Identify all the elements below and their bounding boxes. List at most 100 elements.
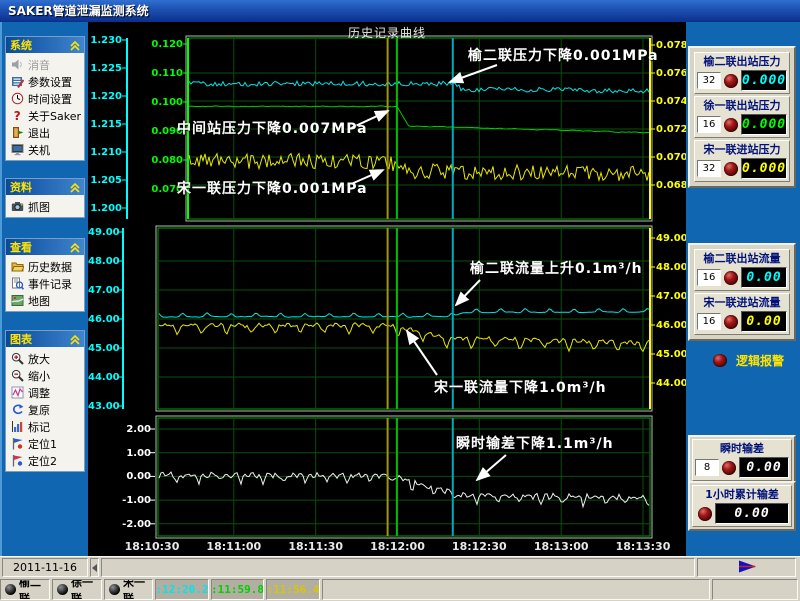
station-indicator-1: 徐一联	[52, 579, 102, 600]
sidebar-item-label: 消音	[28, 57, 50, 73]
collapse-chevron-icon[interactable]	[70, 178, 80, 197]
sidebar-item-shutdown[interactable]: 关机	[6, 141, 84, 158]
panel-title: 查看	[10, 239, 32, 255]
display-row: 160.00	[697, 267, 787, 288]
panel-header[interactable]: 图表	[6, 331, 84, 347]
display-row: 160.000	[697, 114, 787, 135]
sidebar-item-zoom-in[interactable]: 放大	[6, 350, 84, 367]
status-strip	[101, 558, 695, 577]
zoom-out-icon	[11, 369, 24, 382]
collapse-chevron-icon[interactable]	[70, 330, 80, 349]
sidebar-panel-1: 资料抓图	[5, 178, 85, 218]
history-folder-icon	[11, 260, 24, 273]
chart-region	[88, 22, 686, 556]
sidebar-item-label: 缩小	[28, 368, 50, 384]
locate2-icon	[11, 454, 24, 467]
status-led-icon	[724, 315, 738, 329]
panel-header[interactable]: 资料	[6, 179, 84, 195]
sidebar-item-adjust[interactable]: 调整	[6, 384, 84, 401]
flow-display-group: 榆二联出站流量 160.00 宋一联进站流量 160.00	[688, 243, 796, 341]
collapse-chevron-icon[interactable]	[70, 36, 80, 55]
sidebar-item-params[interactable]: 参数设置	[6, 73, 84, 90]
sidebar-item-exit[interactable]: 退出	[6, 124, 84, 141]
right-panel: 逻辑报警 榆二联出站压力320.000徐一联出站压力160.000宋一联进站压力…	[686, 22, 800, 556]
sidebar-item-label: 退出	[28, 125, 50, 141]
sidebar-item-label: 定位2	[28, 453, 57, 469]
sidebar-item-locate1[interactable]: 定位1	[6, 435, 84, 452]
svg-text:?: ?	[14, 109, 21, 122]
forward-button[interactable]	[697, 558, 796, 577]
display-row: 320.000	[697, 158, 787, 179]
sidebar-item-label: 调整	[28, 385, 50, 401]
panel-title: 资料	[10, 179, 32, 195]
display-title: 宋一联进站流量	[697, 296, 787, 309]
status-led-icon	[724, 118, 738, 132]
shutdown-icon	[11, 143, 24, 156]
sidebar-panel-2: 查看历史数据事件记录地图	[5, 238, 85, 312]
help-icon: ?	[11, 109, 24, 122]
channel-number: 16	[697, 269, 721, 286]
sidebar-item-label: 时间设置	[28, 91, 72, 107]
sidebar-item-label: 事件记录	[28, 276, 72, 292]
sidebar-item-locate2[interactable]: 定位2	[6, 452, 84, 469]
value-display: 0.000	[741, 70, 787, 91]
diff-display-group-1: 1小时累计输差0.00	[688, 481, 796, 531]
sidebar-item-map[interactable]: 地图	[6, 292, 84, 309]
value-display: 0.00	[739, 457, 789, 478]
sidebar-item-help[interactable]: ?关于Saker	[6, 107, 84, 124]
sidebar-panel-0: 系统消音参数设置时间设置?关于Saker退出关机	[5, 36, 85, 161]
sidebar-item-zoom-out[interactable]: 缩小	[6, 367, 84, 384]
logic-alarm: 逻辑报警	[710, 352, 784, 369]
sidebar-item-history-folder[interactable]: 历史数据	[6, 258, 84, 275]
status-led-icon	[724, 74, 738, 88]
clock-icon	[11, 92, 24, 105]
sidebar-panel-3: 图表放大缩小调整复原标记定位1定位2	[5, 330, 85, 472]
forward-arrow-icon	[736, 560, 758, 576]
sidebar-item-restore[interactable]: 复原	[6, 401, 84, 418]
display-title: 榆二联出站流量	[697, 252, 787, 265]
sidebar-item-label: 参数设置	[28, 74, 72, 90]
display-row: 160.00	[697, 311, 787, 332]
panel-title: 系统	[10, 37, 32, 53]
date-pane: 2011-11-16	[2, 558, 88, 577]
value-display: 0.000	[741, 158, 787, 179]
value-display: 0.000	[741, 114, 787, 135]
back-arrow-icon	[92, 564, 97, 572]
panel-header[interactable]: 系统	[6, 37, 84, 53]
sidebar-item-camera[interactable]: 抓图	[6, 198, 84, 215]
station-led-icon	[109, 584, 120, 595]
sidebar-item-label: 历史数据	[28, 259, 72, 275]
station-label: 徐一联	[71, 579, 101, 600]
station-led-icon	[5, 584, 16, 595]
sidebar-item-event-log[interactable]: 事件记录	[6, 275, 84, 292]
chart-area-title: 历史记录曲线	[88, 24, 686, 41]
sidebar-item-label: 抓图	[28, 199, 50, 215]
locate1-icon	[11, 437, 24, 450]
sidebar-item-mark[interactable]: 标记	[6, 418, 84, 435]
station-led-icon	[57, 584, 68, 595]
diff-display-1: 1小时累计输差0.00	[692, 485, 792, 527]
diff-display-0: 瞬时输差 80.00	[692, 439, 792, 481]
display-row: 80.00	[695, 457, 789, 478]
marker-timestamp-2: 18:11:56.401	[266, 579, 320, 600]
marker-timestamp-0: 18:12:20.282	[155, 579, 209, 600]
display-title: 瞬时输差	[695, 442, 789, 455]
flow-display-1: 宋一联进站流量 160.00	[694, 293, 790, 335]
sidebar-item-speaker-mute[interactable]: 消音	[6, 56, 84, 73]
logic-alarm-label: 逻辑报警	[736, 352, 784, 369]
flow-display-0: 榆二联出站流量 160.00	[694, 249, 790, 291]
sidebar-item-label: 放大	[28, 351, 50, 367]
status-led-icon	[722, 461, 736, 475]
pressure-display-0: 榆二联出站压力320.000	[694, 52, 790, 94]
sidebar-item-label: 复原	[28, 402, 50, 418]
panel-header[interactable]: 查看	[6, 239, 84, 255]
station-indicator-0: 榆二联	[0, 579, 50, 600]
status-led-icon	[724, 162, 738, 176]
display-row: 0.00	[695, 503, 789, 524]
collapse-chevron-icon[interactable]	[70, 238, 80, 257]
speaker-mute-icon	[11, 58, 24, 71]
channel-number: 16	[697, 313, 721, 330]
sidebar-item-clock[interactable]: 时间设置	[6, 90, 84, 107]
scroll-back-button[interactable]	[90, 558, 99, 577]
status-blank-pane	[322, 579, 710, 600]
